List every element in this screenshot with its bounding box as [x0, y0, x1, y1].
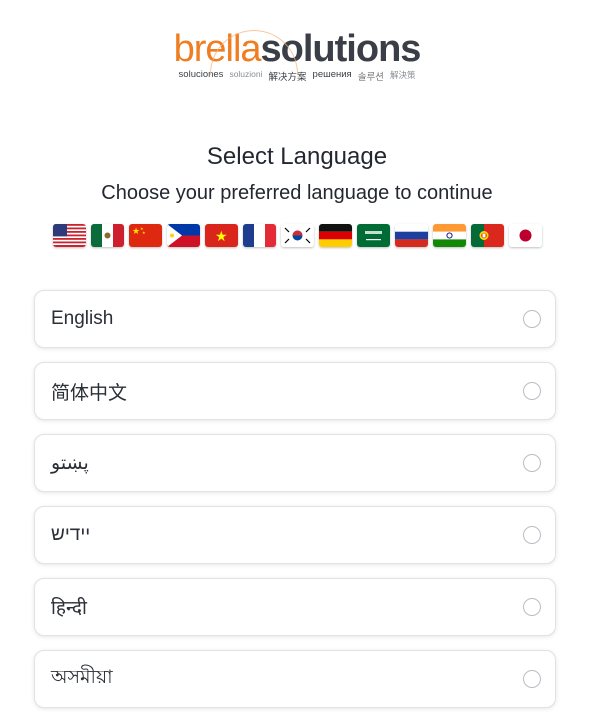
svg-text:★: ★	[132, 226, 140, 236]
language-option-hindi[interactable]: हिन्दी	[34, 578, 556, 636]
flag-in-icon	[432, 224, 466, 247]
flag-cn-icon: ★ ★ ★	[128, 224, 162, 247]
flag-sa-icon	[356, 224, 390, 247]
language-option-assamese[interactable]: অসমীয়া	[34, 650, 556, 708]
page-title: Select Language	[206, 143, 388, 170]
language-label: پښتو	[51, 452, 89, 474]
brand-logo: brellasolutions soluciones soluzioni 解决方…	[0, 26, 594, 83]
svg-text:★: ★	[215, 228, 228, 244]
language-label: יידיש	[51, 524, 91, 545]
flag-ph-icon	[166, 224, 200, 247]
language-label: English	[51, 308, 114, 329]
flag-jp-icon	[508, 224, 542, 247]
svg-text:★: ★	[142, 230, 146, 235]
language-label: 简体中文	[51, 382, 128, 404]
language-option-pashto[interactable]: پښتو	[34, 434, 556, 492]
flag-fr-icon	[242, 224, 276, 247]
language-label: हिन्दी	[51, 598, 87, 619]
flag-us-icon	[52, 224, 86, 247]
radio-button[interactable]	[523, 670, 541, 688]
flag-row: ★ ★ ★ ★	[0, 224, 594, 247]
language-option-english[interactable]: English	[34, 290, 556, 348]
flag-ru-icon	[394, 224, 428, 247]
flag-vn-icon: ★	[204, 224, 238, 247]
flag-de-icon	[318, 224, 352, 247]
page-subtitle: Choose your preferred language to contin…	[101, 182, 493, 204]
language-label: অসমীয়া	[51, 667, 113, 688]
radio-button[interactable]	[523, 454, 541, 472]
radio-button[interactable]	[523, 598, 541, 616]
flag-pt-icon	[470, 224, 504, 247]
logo-wordmark: brellasolutions	[174, 26, 421, 75]
radio-button[interactable]	[523, 382, 541, 400]
language-option-yiddish[interactable]: יידיש	[34, 506, 556, 564]
radio-button[interactable]	[523, 310, 541, 328]
language-option-simplified-chinese[interactable]: 简体中文	[34, 362, 556, 420]
radio-button[interactable]	[523, 526, 541, 544]
flag-kr-icon	[280, 224, 314, 247]
flag-mx-icon	[90, 224, 124, 247]
language-list: English 简体中文 پښتو יידיש हिन्दी অসমীয়া	[34, 290, 556, 722]
